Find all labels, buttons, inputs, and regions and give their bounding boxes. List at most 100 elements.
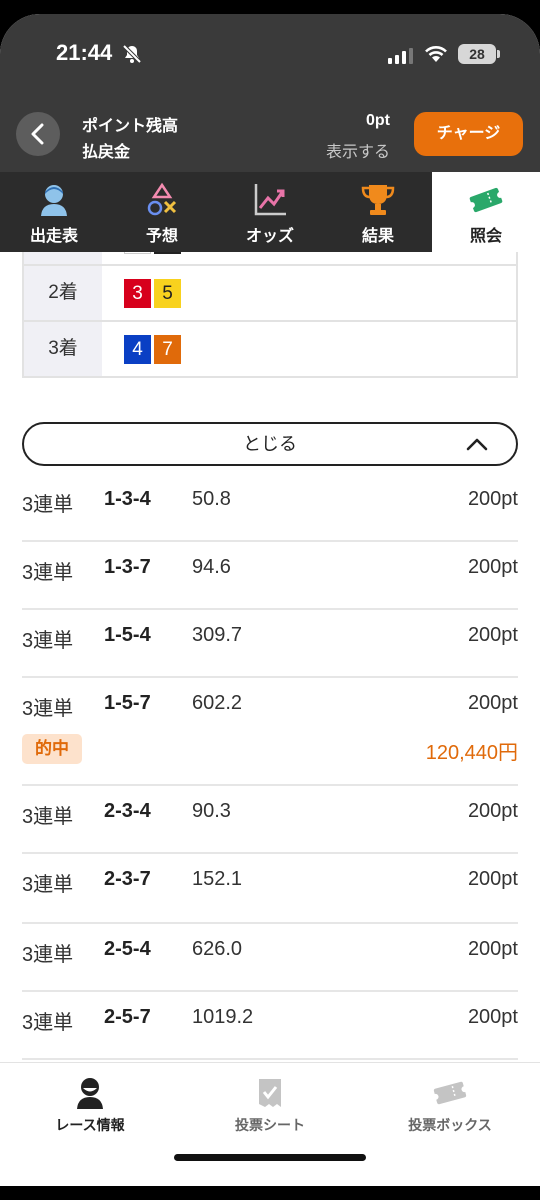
chevron-left-icon bbox=[31, 123, 44, 145]
bet-combination: 1-3-4 bbox=[104, 488, 151, 510]
bet-combination: 2-5-4 bbox=[104, 938, 151, 960]
bet-combination: 2-5-7 bbox=[104, 1006, 151, 1028]
bet-odds: 309.7 bbox=[192, 624, 243, 646]
bet-type: 3連単 bbox=[22, 874, 74, 896]
bet-combination: 2-3-4 bbox=[104, 800, 151, 822]
bet-type: 3連単 bbox=[22, 494, 74, 516]
bet-combination: 1-5-4 bbox=[104, 624, 151, 646]
bet-amount: 200pt bbox=[467, 488, 518, 510]
battery-icon: 28 bbox=[458, 44, 496, 64]
bet-combination: 2-3-7 bbox=[104, 868, 151, 890]
tab-label: 出走表 bbox=[29, 228, 78, 245]
result-row: 2着 3 5 bbox=[24, 264, 516, 320]
result-row-partial bbox=[24, 252, 516, 266]
bet-amount: 200pt bbox=[467, 624, 518, 646]
bet-type: 3連単 bbox=[22, 562, 74, 584]
vote-sheet-icon bbox=[259, 1079, 281, 1107]
status-bar: 21:44 28 bbox=[0, 40, 540, 74]
boat-number bbox=[124, 252, 151, 254]
charge-button[interactable]: チャージ bbox=[414, 112, 523, 156]
result-place: 2着 bbox=[24, 266, 102, 320]
bet-row: 3連単 2-3-7 152.1 200pt bbox=[22, 854, 518, 924]
bet-type: 3連単 bbox=[22, 944, 74, 966]
bet-amount: 200pt bbox=[467, 556, 518, 578]
boat-number: 3 bbox=[124, 279, 151, 308]
bet-type: 3連単 bbox=[22, 630, 74, 652]
racer-icon bbox=[41, 185, 67, 216]
bet-odds: 602.2 bbox=[192, 692, 243, 714]
tab-odds[interactable]: オッズ bbox=[216, 172, 324, 252]
boat-number bbox=[154, 252, 181, 254]
bet-amount: 200pt bbox=[467, 800, 518, 822]
race-info-icon bbox=[77, 1078, 103, 1109]
bet-amount: 200pt bbox=[467, 938, 518, 960]
bet-type: 3連単 bbox=[22, 1012, 74, 1034]
bet-row: 3連単 1-5-4 309.7 200pt bbox=[22, 610, 518, 678]
screen: 21:44 28 ポイント残高 払戻金 0pt 表示する チャージ 出走表 予想… bbox=[0, 14, 540, 1186]
tab-label: 結果 bbox=[361, 228, 394, 245]
boat-number: 5 bbox=[154, 279, 181, 308]
nav-vote-sheet[interactable]: 投票シート bbox=[180, 1063, 360, 1153]
tab-results[interactable]: 結果 bbox=[324, 172, 432, 252]
nav-label: レース情報 bbox=[55, 1117, 125, 1133]
tab-prediction[interactable]: 予想 bbox=[108, 172, 216, 252]
tab-label: 予想 bbox=[145, 228, 178, 245]
bell-muted-icon bbox=[122, 44, 142, 64]
bet-row: 3連単 1-3-7 94.6 200pt bbox=[22, 542, 518, 610]
show-refund-link[interactable]: 表示する bbox=[326, 138, 390, 162]
odds-chart-icon bbox=[254, 184, 286, 216]
nav-race-info[interactable]: レース情報 bbox=[0, 1063, 180, 1153]
bet-row: 3連単 2-5-4 626.0 200pt bbox=[22, 924, 518, 992]
bet-odds: 90.3 bbox=[192, 800, 231, 822]
bottom-nav: レース情報 投票シート 投票ボックス bbox=[0, 1062, 540, 1186]
bet-combination: 1-3-7 bbox=[104, 556, 151, 578]
vote-box-icon bbox=[432, 1081, 468, 1105]
battery-tip bbox=[497, 50, 500, 58]
payout-amount: 120,440円 bbox=[425, 742, 518, 764]
ticket-icon bbox=[468, 187, 504, 213]
bet-row: 3連単 2-5-7 1019.2 200pt bbox=[22, 992, 518, 1060]
bet-type: 3連単 bbox=[22, 698, 74, 720]
nav-label: 投票シート bbox=[235, 1117, 305, 1133]
tab-label: 照会 bbox=[469, 228, 502, 245]
chevron-up-icon bbox=[466, 438, 488, 451]
cellular-signal-icon bbox=[388, 48, 413, 64]
result-table: 2着 3 5 3着 4 7 bbox=[22, 252, 518, 378]
back-button[interactable] bbox=[16, 112, 60, 156]
top-bar: 21:44 28 ポイント残高 払戻金 0pt 表示する チャージ 出走表 予想… bbox=[0, 14, 540, 252]
bet-odds: 94.6 bbox=[192, 556, 231, 578]
content-scroll[interactable]: 2着 3 5 3着 4 7 とじる 3連単 1-3-4 50.8 200pt 3… bbox=[0, 252, 540, 1062]
bet-type: 3連単 bbox=[22, 806, 74, 828]
nav-vote-box[interactable]: 投票ボックス bbox=[360, 1063, 540, 1153]
tab-inquiry[interactable]: 照会 bbox=[432, 172, 540, 252]
bet-odds: 1019.2 bbox=[192, 1006, 254, 1028]
bet-combination: 1-5-7 bbox=[104, 692, 151, 714]
bet-odds: 626.0 bbox=[192, 938, 243, 960]
nav-label: 投票ボックス bbox=[408, 1117, 492, 1133]
balance-value: 0pt bbox=[366, 112, 390, 129]
bet-amount: 200pt bbox=[467, 1006, 518, 1028]
bet-row-hit: 3連単 1-5-7 602.2 200pt 的中 120,440円 bbox=[22, 678, 518, 786]
hit-badge: 的中 bbox=[22, 734, 82, 764]
status-time: 21:44 bbox=[56, 40, 113, 65]
boat-number: 4 bbox=[124, 335, 151, 364]
bet-odds: 152.1 bbox=[192, 868, 243, 890]
bet-amount: 200pt bbox=[467, 692, 518, 714]
prediction-icon bbox=[147, 182, 177, 216]
bet-row: 3連単 1-3-4 50.8 200pt bbox=[22, 474, 518, 542]
home-indicator[interactable] bbox=[174, 1154, 366, 1161]
refund-label: 払戻金 bbox=[82, 144, 131, 161]
result-place: 3着 bbox=[24, 322, 102, 376]
bet-odds: 50.8 bbox=[192, 488, 231, 510]
result-row: 3着 4 7 bbox=[24, 320, 516, 376]
close-label: とじる bbox=[243, 434, 297, 454]
close-button[interactable]: とじる bbox=[22, 422, 518, 466]
bet-amount: 200pt bbox=[467, 868, 518, 890]
race-tabs: 出走表 予想 オッズ 結果 照会 bbox=[0, 172, 540, 252]
bet-row: 3連単 2-3-4 90.3 200pt bbox=[22, 786, 518, 854]
trophy-icon bbox=[361, 185, 395, 215]
tab-label: オッズ bbox=[245, 228, 294, 245]
boat-number: 7 bbox=[154, 335, 181, 364]
tab-entries[interactable]: 出走表 bbox=[0, 172, 108, 252]
balance-label: ポイント残高 bbox=[82, 118, 179, 135]
